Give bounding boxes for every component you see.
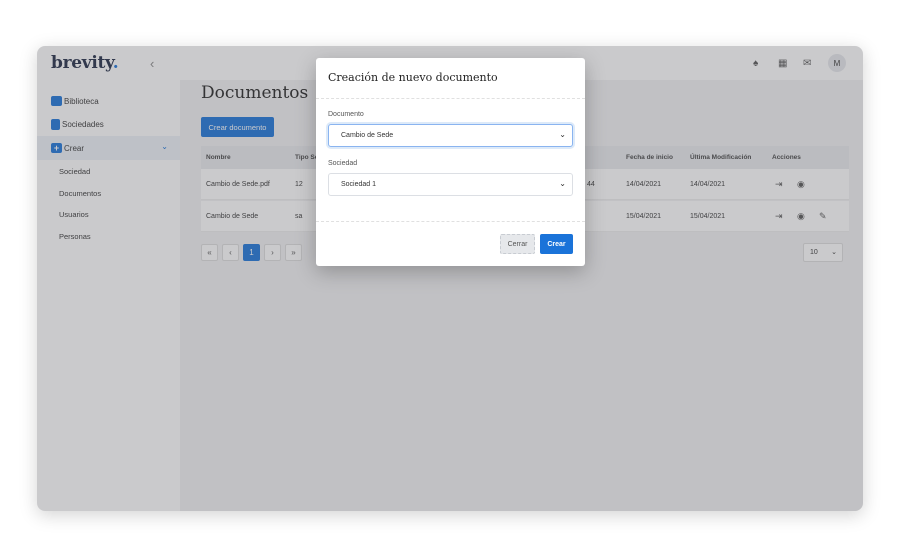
sociedad-value: Sociedad 1 [341, 181, 377, 188]
sociedad-label: Sociedad [328, 160, 358, 167]
cancel-button[interactable]: Cerrar [500, 234, 535, 254]
documento-value: Cambio de Sede [341, 132, 394, 139]
divider [316, 221, 585, 222]
sociedad-select[interactable]: Sociedad 1 ⌄ [328, 173, 573, 196]
divider [316, 98, 585, 99]
create-document-modal: Creación de nuevo documento Documento Ca… [316, 58, 585, 266]
create-button[interactable]: Crear [540, 234, 573, 254]
documento-label: Documento [328, 111, 364, 118]
documento-select[interactable]: Cambio de Sede ⌄ [328, 124, 573, 147]
chevron-down-icon: ⌄ [559, 130, 566, 139]
modal-title: Creación de nuevo documento [328, 71, 498, 84]
chevron-down-icon: ⌄ [559, 179, 566, 188]
